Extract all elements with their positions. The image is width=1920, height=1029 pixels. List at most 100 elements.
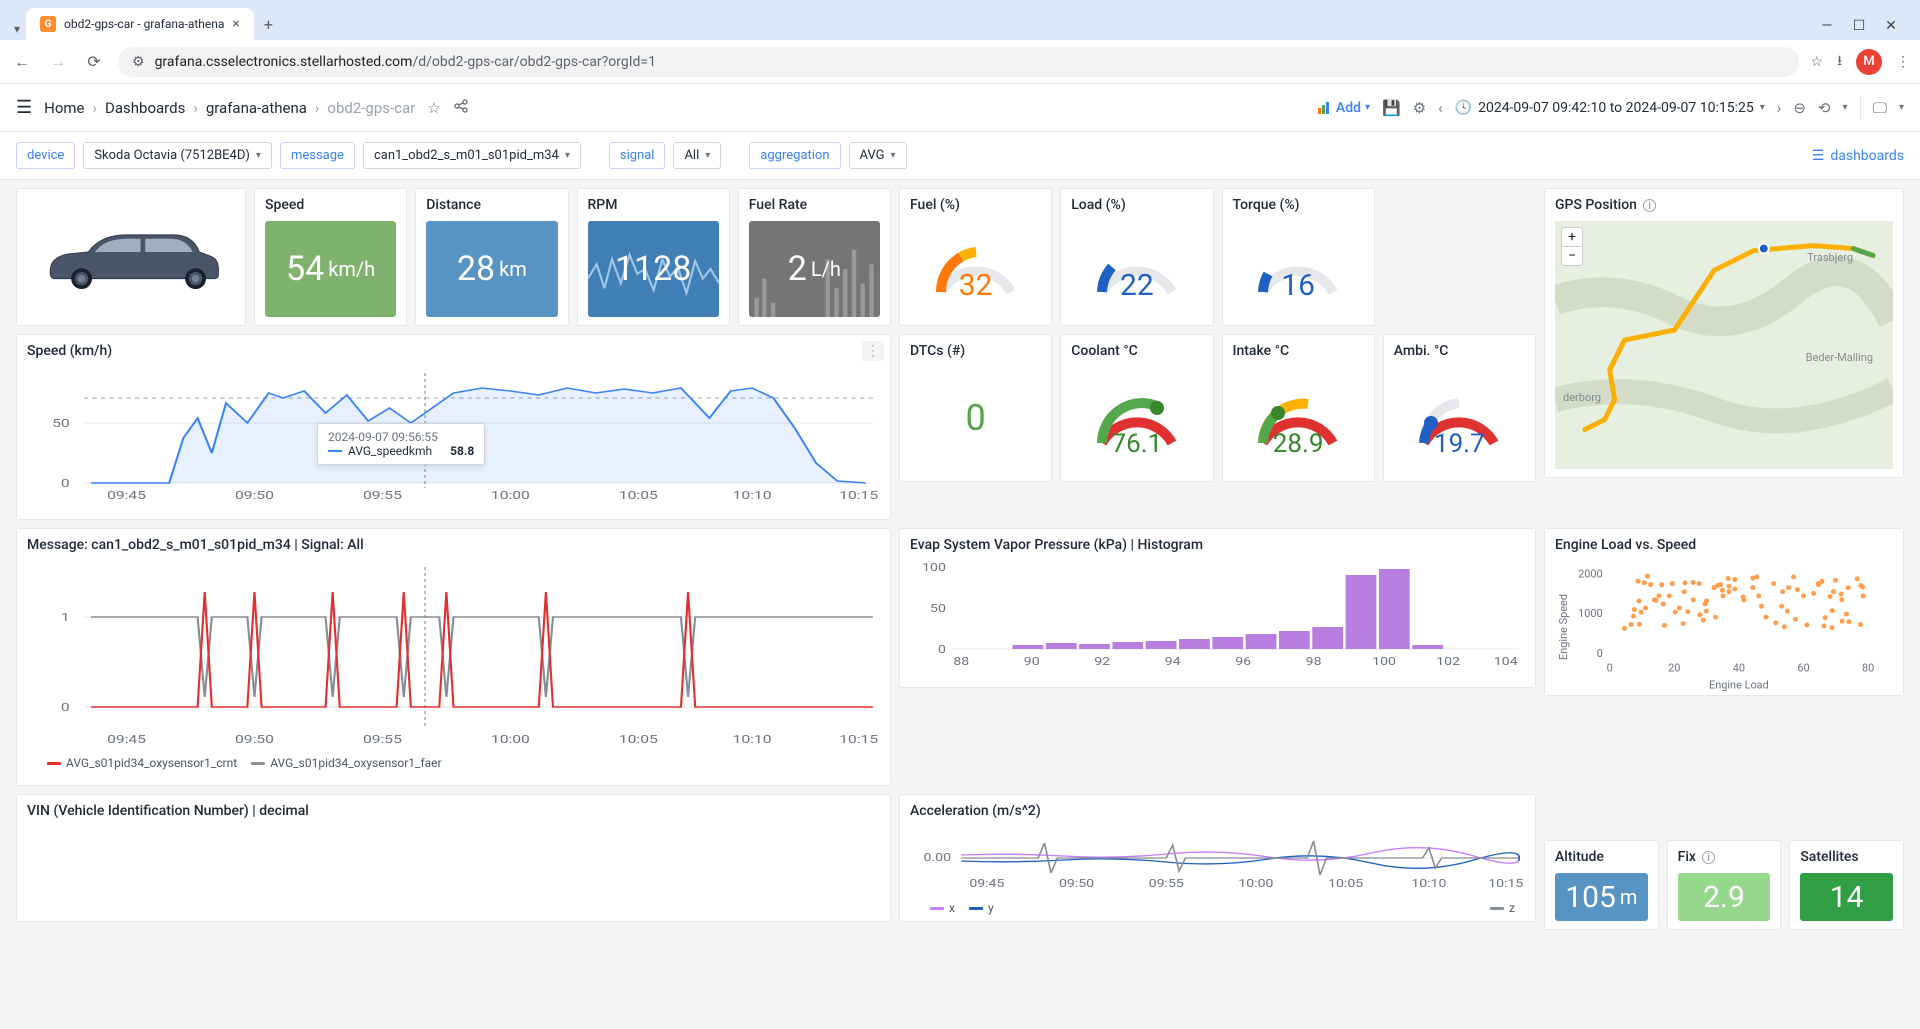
svg-text:0.00: 0.00 [924, 851, 951, 864]
load-gauge-panel[interactable]: Load (%) 22 [1060, 188, 1213, 326]
fuel-gauge-panel[interactable]: Fuel (%) 32 [899, 188, 1052, 326]
tab-title: obd2-gps-car - grafana-athena [64, 17, 224, 31]
zoom-out-icon[interactable]: ⊖ [1793, 99, 1806, 117]
browser-tab[interactable]: G obd2-gps-car - grafana-athena × [26, 8, 254, 40]
rpm-stat-panel[interactable]: RPM 1128 [577, 188, 730, 326]
tab-close-icon[interactable]: × [232, 16, 239, 32]
svg-text:20: 20 [1668, 662, 1680, 675]
legend-item[interactable]: AVG_s01pid34_oxysensor1_crnt [47, 756, 237, 770]
vin-panel[interactable]: VIN (Vehicle Identification Number) | de… [16, 794, 891, 922]
svg-text:1: 1 [61, 611, 70, 624]
svg-text:09:55: 09:55 [1149, 877, 1184, 890]
svg-text:10:15: 10:15 [839, 489, 878, 502]
bar-chart-icon [1318, 102, 1332, 114]
browser-tab-strip: ▾ G obd2-gps-car - grafana-athena × + — … [0, 0, 1920, 40]
evap-histogram-panel[interactable]: Evap System Vapor Pressure (kPa) | Histo… [899, 528, 1536, 688]
downloads-icon[interactable]: ⭳ [1837, 50, 1842, 74]
svg-text:0: 0 [1597, 647, 1603, 660]
acceleration-panel[interactable]: Acceleration (m/s^2) 0.00 09:4509:50 09:… [899, 794, 1536, 922]
breadcrumb-dashboards[interactable]: Dashboards [105, 99, 185, 117]
window-maximize-icon[interactable]: ☐ [1852, 18, 1866, 34]
var-aggregation-select[interactable]: AVG▾ [849, 142, 907, 169]
svg-text:2000: 2000 [1578, 567, 1603, 580]
dtcs-panel[interactable]: DTCs (#) 0 [899, 334, 1052, 482]
share-dashboard-icon[interactable] [453, 98, 469, 118]
svg-text:10:05: 10:05 [619, 489, 658, 502]
altitude-stat[interactable]: Altitude 105m [1544, 840, 1659, 930]
nav-reload-icon[interactable]: ⟳ [82, 52, 106, 71]
ambi-panel[interactable]: Ambi. °C 19.7 [1383, 334, 1536, 482]
save-dashboard-icon[interactable]: 💾 [1382, 99, 1401, 117]
tv-mode-icon[interactable]: 🖵 [1873, 99, 1887, 117]
satellites-stat[interactable]: Satellites 14 [1789, 840, 1904, 930]
speed-timeseries-panel[interactable]: Speed (km/h) ⋮ 0 50 09:45 09:50 09:55 10… [16, 334, 891, 520]
svg-text:10:05: 10:05 [619, 733, 658, 746]
var-message-label: message [280, 142, 355, 169]
chart-tooltip: 2024-09-07 09:56:55 AVG_speedkmh 58.8 [317, 423, 485, 465]
svg-text:10:10: 10:10 [733, 489, 772, 502]
info-icon[interactable]: i [1643, 199, 1656, 212]
settings-icon[interactable]: ⚙ [1413, 99, 1426, 117]
car-illustration [36, 214, 226, 300]
svg-text:104: 104 [1494, 655, 1518, 668]
browser-menu-icon[interactable]: ⋮ [1896, 54, 1910, 70]
clock-icon: 🕓 [1455, 100, 1472, 116]
grafana-toolbar: ☰ Home› Dashboards› grafana-athena› obd2… [0, 84, 1920, 132]
star-dashboard-icon[interactable]: ☆ [427, 99, 440, 117]
legend-item[interactable]: AVG_s01pid34_oxysensor1_faer [251, 756, 441, 770]
intake-panel[interactable]: Intake °C 28.9 [1222, 334, 1375, 482]
var-message-select[interactable]: can1_obd2_s_m01_s01pid_m34▾ [363, 142, 581, 169]
profile-avatar[interactable]: M [1856, 49, 1882, 75]
menu-toggle-icon[interactable]: ☰ [16, 97, 32, 118]
nav-forward-icon[interactable]: → [46, 52, 70, 72]
refresh-icon[interactable]: ⟲ [1818, 99, 1831, 117]
svg-text:1000: 1000 [1578, 607, 1603, 620]
svg-text:102: 102 [1436, 655, 1460, 668]
var-signal-label: signal [609, 142, 666, 169]
fuelrate-stat-panel[interactable]: Fuel Rate 2L/h [738, 188, 891, 326]
legend-item[interactable]: z [1490, 901, 1515, 915]
var-signal-select[interactable]: All▾ [673, 142, 721, 169]
info-icon[interactable]: i [1702, 851, 1715, 864]
tv-dropdown-icon[interactable]: ▾ [1899, 102, 1904, 113]
breadcrumb-home[interactable]: Home [44, 99, 84, 117]
dashboards-link[interactable]: ☰ dashboards [1812, 148, 1904, 164]
tab-dropdown-icon[interactable]: ▾ [14, 22, 20, 36]
time-forward-icon[interactable]: › [1777, 99, 1782, 117]
map-canvas[interactable]: + − Trasbjerg Beder-Malling derborg [1555, 221, 1893, 469]
refresh-dropdown-icon[interactable]: ▾ [1842, 102, 1847, 113]
svg-text:100: 100 [922, 561, 946, 574]
browser-address-bar: ← → ⟳ ⚙ grafana.csselectronics.stellarho… [0, 40, 1920, 84]
window-close-icon[interactable]: ✕ [1884, 18, 1898, 34]
time-range-picker[interactable]: 🕓 2024-09-07 09:42:10 to 2024-09-07 10:1… [1455, 100, 1765, 116]
svg-text:0: 0 [938, 643, 946, 656]
legend-item[interactable]: y [969, 901, 994, 915]
bookmark-star-icon[interactable]: ☆ [1811, 54, 1824, 70]
map-zoom-in[interactable]: + [1562, 228, 1582, 247]
speed-stat-panel[interactable]: Speed 54km/h [254, 188, 407, 326]
time-back-icon[interactable]: ‹ [1438, 99, 1443, 117]
map-zoom-out[interactable]: − [1562, 247, 1582, 265]
gps-map-panel[interactable]: GPS Positioni + − Trasbjerg Beder-Mallin… [1544, 188, 1904, 478]
svg-text:09:50: 09:50 [235, 489, 274, 502]
window-minimize-icon[interactable]: — [1820, 18, 1834, 34]
breadcrumb-folder[interactable]: grafana-athena [206, 99, 307, 117]
panel-menu-icon[interactable]: ⋮ [862, 341, 884, 361]
svg-text:09:45: 09:45 [969, 877, 1004, 890]
site-info-icon[interactable]: ⚙ [132, 54, 145, 70]
new-tab-button[interactable]: + [254, 9, 283, 40]
url-input[interactable]: ⚙ grafana.csselectronics.stellarhosted.c… [118, 47, 1799, 77]
var-device-select[interactable]: Skoda Octavia (7512BE4D)▾ [83, 142, 272, 169]
svg-text:98: 98 [1306, 655, 1322, 668]
torque-gauge-panel[interactable]: Torque (%) 16 [1222, 188, 1375, 326]
distance-stat-panel[interactable]: Distance 28km [415, 188, 568, 326]
legend-item[interactable]: x [930, 901, 955, 915]
fix-stat[interactable]: Fixi 2.9 [1667, 840, 1782, 930]
svg-text:09:45: 09:45 [107, 489, 146, 502]
coolant-panel[interactable]: Coolant °C 76.1 [1060, 334, 1213, 482]
scatter-panel[interactable]: Engine Load vs. Speed Engine Speed Engin… [1544, 528, 1904, 696]
svg-text:0: 0 [61, 477, 70, 490]
nav-back-icon[interactable]: ← [10, 52, 34, 72]
add-panel-button[interactable]: Add ▾ [1318, 100, 1370, 116]
message-signal-panel[interactable]: Message: can1_obd2_s_m01_s01pid_m34 | Si… [16, 528, 891, 786]
